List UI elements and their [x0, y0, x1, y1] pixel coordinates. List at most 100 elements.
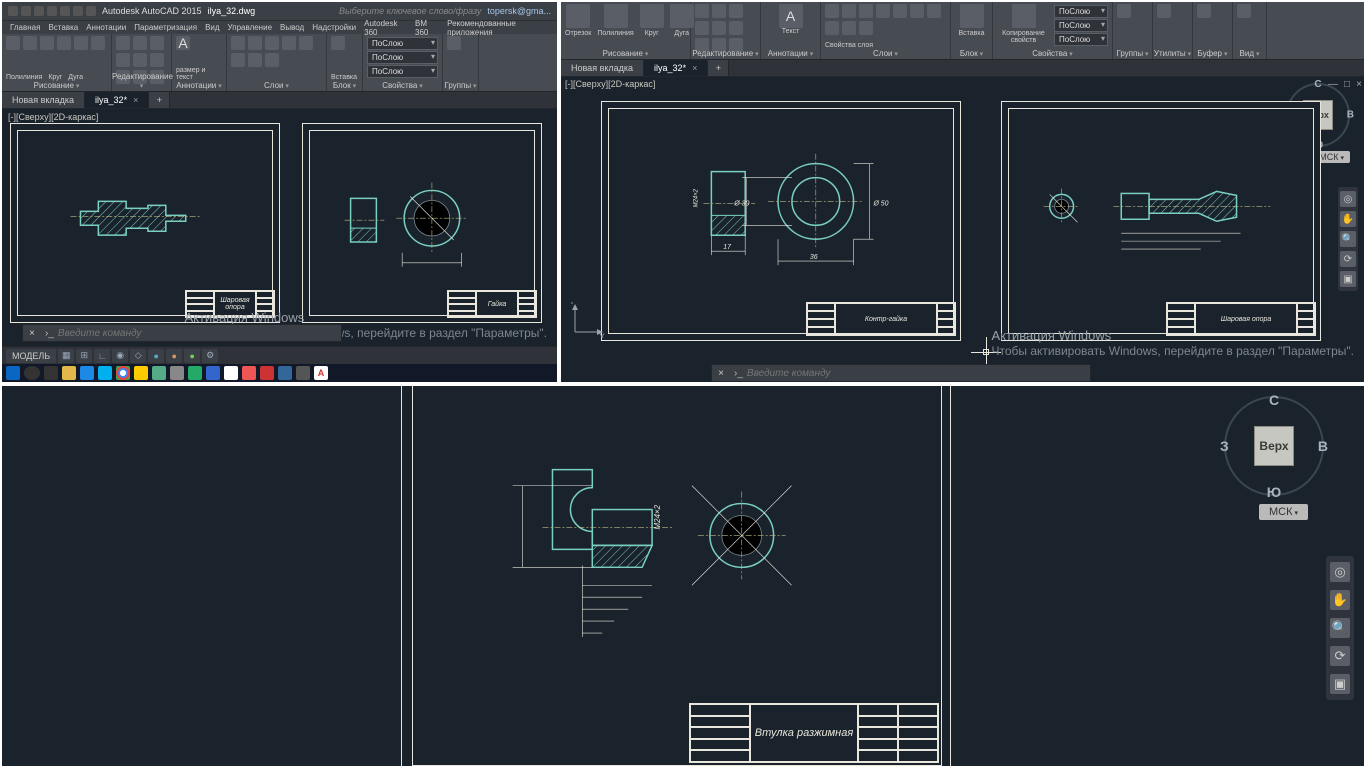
ribbon-tab[interactable]: Вставка	[48, 23, 78, 32]
command-line[interactable]: × ›_ Введите команду	[711, 364, 1091, 382]
command-line[interactable]: × ›_ Введите команду	[22, 324, 342, 342]
pan-icon[interactable]: ✋	[1330, 590, 1350, 610]
linetype-dropdown[interactable]: ПоСлою	[1054, 33, 1108, 46]
circle-icon[interactable]	[640, 4, 664, 28]
navigation-bar[interactable]: ◎ ✋ 🔍 ⟳ ▣	[1326, 556, 1354, 700]
osnap-icon[interactable]: ◇	[130, 349, 146, 363]
viewport-label[interactable]: [-][Сверху][2D-каркас]	[8, 112, 98, 122]
orbit-icon[interactable]: ⟳	[1340, 251, 1356, 267]
app-icon[interactable]	[152, 366, 166, 380]
app-icon[interactable]	[242, 366, 256, 380]
color-dropdown[interactable]: ПоСлою	[1054, 5, 1108, 18]
text-icon[interactable]: A	[176, 36, 190, 50]
lineweight-dropdown[interactable]: ПоСлою	[1054, 19, 1108, 32]
app-icon[interactable]	[170, 366, 184, 380]
skype-icon[interactable]	[98, 366, 112, 380]
ribbon-tabs[interactable]: Главная Вставка Аннотации Параметризация…	[2, 20, 557, 34]
app-icon[interactable]	[206, 366, 220, 380]
close-icon[interactable]: ×	[712, 368, 730, 379]
snap-icon[interactable]: ⊞	[76, 349, 92, 363]
chevron-icon[interactable]: ›_	[41, 328, 58, 339]
paste-icon[interactable]	[1197, 4, 1211, 18]
file-tab-new[interactable]: Новая вкладка	[2, 92, 85, 108]
start-icon[interactable]	[6, 366, 20, 380]
close-icon[interactable]: ×	[23, 328, 41, 339]
windows-taskbar[interactable]: A	[2, 364, 557, 382]
taskview-icon[interactable]	[44, 366, 58, 380]
chevron-icon[interactable]: ›_	[730, 368, 747, 379]
viewcube-north[interactable]: С	[1314, 79, 1321, 90]
showmotion-icon[interactable]: ▣	[1340, 271, 1356, 287]
viewcube-west[interactable]: З	[1220, 438, 1229, 454]
viewport[interactable]: [-][Сверху][2D-каркас] Шаровая опора	[2, 109, 557, 346]
navigation-bar[interactable]: ◎ ✋ 🔍 ⟳ ▣	[1338, 187, 1358, 291]
viewcube[interactable]: Верх С Ю В З	[1224, 396, 1324, 496]
app-icon[interactable]	[260, 366, 274, 380]
ribbon-tab[interactable]: Управление	[228, 23, 272, 32]
model-button[interactable]: МОДЕЛЬ	[6, 349, 56, 363]
close-icon[interactable]: ×	[133, 95, 138, 105]
zoom-icon[interactable]: 🔍	[1330, 618, 1350, 638]
file-tab-add[interactable]: +	[708, 60, 729, 76]
grid-icon[interactable]: ▦	[58, 349, 74, 363]
color-dropdown[interactable]: ПоСлою	[367, 37, 438, 50]
file-tab-add[interactable]: +	[149, 92, 170, 108]
edge-icon[interactable]	[80, 366, 94, 380]
text-icon[interactable]: A	[779, 4, 803, 28]
file-tab-active[interactable]: ilya_32*×	[644, 60, 708, 76]
viewcube-face[interactable]: Верх	[1254, 426, 1294, 466]
quick-access-toolbar[interactable]	[8, 6, 96, 16]
ucs-icon[interactable]: YX	[569, 302, 605, 338]
linetype-dropdown[interactable]: ПоСлою	[367, 65, 438, 78]
zoom-icon[interactable]: 🔍	[1340, 231, 1356, 247]
ortho-icon[interactable]: ∟	[94, 349, 110, 363]
status-icon[interactable]: ●	[166, 349, 182, 363]
group-icon[interactable]	[1117, 4, 1131, 18]
viewport-close-icon[interactable]: ×	[1356, 79, 1362, 90]
viewcube-east[interactable]: В	[1318, 438, 1328, 454]
taskbar-search-icon[interactable]	[24, 366, 40, 380]
insert-block-icon[interactable]	[960, 4, 984, 28]
app-icon[interactable]	[224, 366, 238, 380]
status-icon[interactable]: ●	[184, 349, 200, 363]
steering-wheel-icon[interactable]: ◎	[1330, 562, 1350, 582]
search-placeholder[interactable]: Выберите ключевое слово/фразу	[339, 6, 481, 16]
file-tab-active[interactable]: ilya_32*×	[85, 92, 149, 108]
group-icon[interactable]	[447, 36, 461, 50]
polar-icon[interactable]: ◉	[112, 349, 128, 363]
orbit-icon[interactable]: ⟳	[1330, 646, 1350, 666]
polyline-icon[interactable]	[604, 4, 628, 28]
pan-icon[interactable]: ✋	[1340, 211, 1356, 227]
matchprops-icon[interactable]	[1012, 4, 1036, 28]
ribbon-tab[interactable]: Вывод	[280, 23, 304, 32]
ribbon-group-label[interactable]: Рисование	[2, 81, 111, 91]
viewcube-east[interactable]: В	[1347, 110, 1354, 121]
autocad-icon[interactable]: A	[314, 366, 328, 380]
ribbon-tab[interactable]: Параметризация	[134, 23, 197, 32]
file-tab-new[interactable]: Новая вкладка	[561, 60, 644, 76]
close-icon[interactable]: ×	[692, 63, 697, 73]
status-icon[interactable]: ●	[148, 349, 164, 363]
ucs-dropdown[interactable]: МСК	[1259, 504, 1308, 520]
measure-icon[interactable]	[1157, 4, 1171, 18]
ribbon-tab[interactable]: Вид	[205, 23, 219, 32]
status-icon[interactable]: ⚙	[202, 349, 218, 363]
view-icon[interactable]	[1237, 4, 1251, 18]
yandex-icon[interactable]	[134, 366, 148, 380]
app-icon[interactable]	[296, 366, 310, 380]
app-icon[interactable]	[188, 366, 202, 380]
ribbon-tab[interactable]: Главная	[10, 23, 40, 32]
explorer-icon[interactable]	[62, 366, 76, 380]
viewport-label[interactable]: [-][Сверху][2D-каркас]	[565, 79, 655, 89]
ribbon-tab[interactable]: Аннотации	[86, 23, 126, 32]
viewcube-south[interactable]: Ю	[1267, 484, 1281, 500]
viewport[interactable]: [-][Сверху][2D-каркас] — □ × Верх С Ю В …	[561, 77, 1364, 364]
steering-wheel-icon[interactable]: ◎	[1340, 191, 1356, 207]
app-icon[interactable]	[278, 366, 292, 380]
ribbon-tab[interactable]: Надстройки	[312, 23, 356, 32]
insert-block-icon[interactable]	[331, 36, 345, 50]
showmotion-icon[interactable]: ▣	[1330, 674, 1350, 694]
user-menu[interactable]: topersk@gma...	[487, 6, 551, 16]
lineweight-dropdown[interactable]: ПоСлою	[367, 51, 438, 64]
chrome-icon[interactable]	[116, 366, 130, 380]
